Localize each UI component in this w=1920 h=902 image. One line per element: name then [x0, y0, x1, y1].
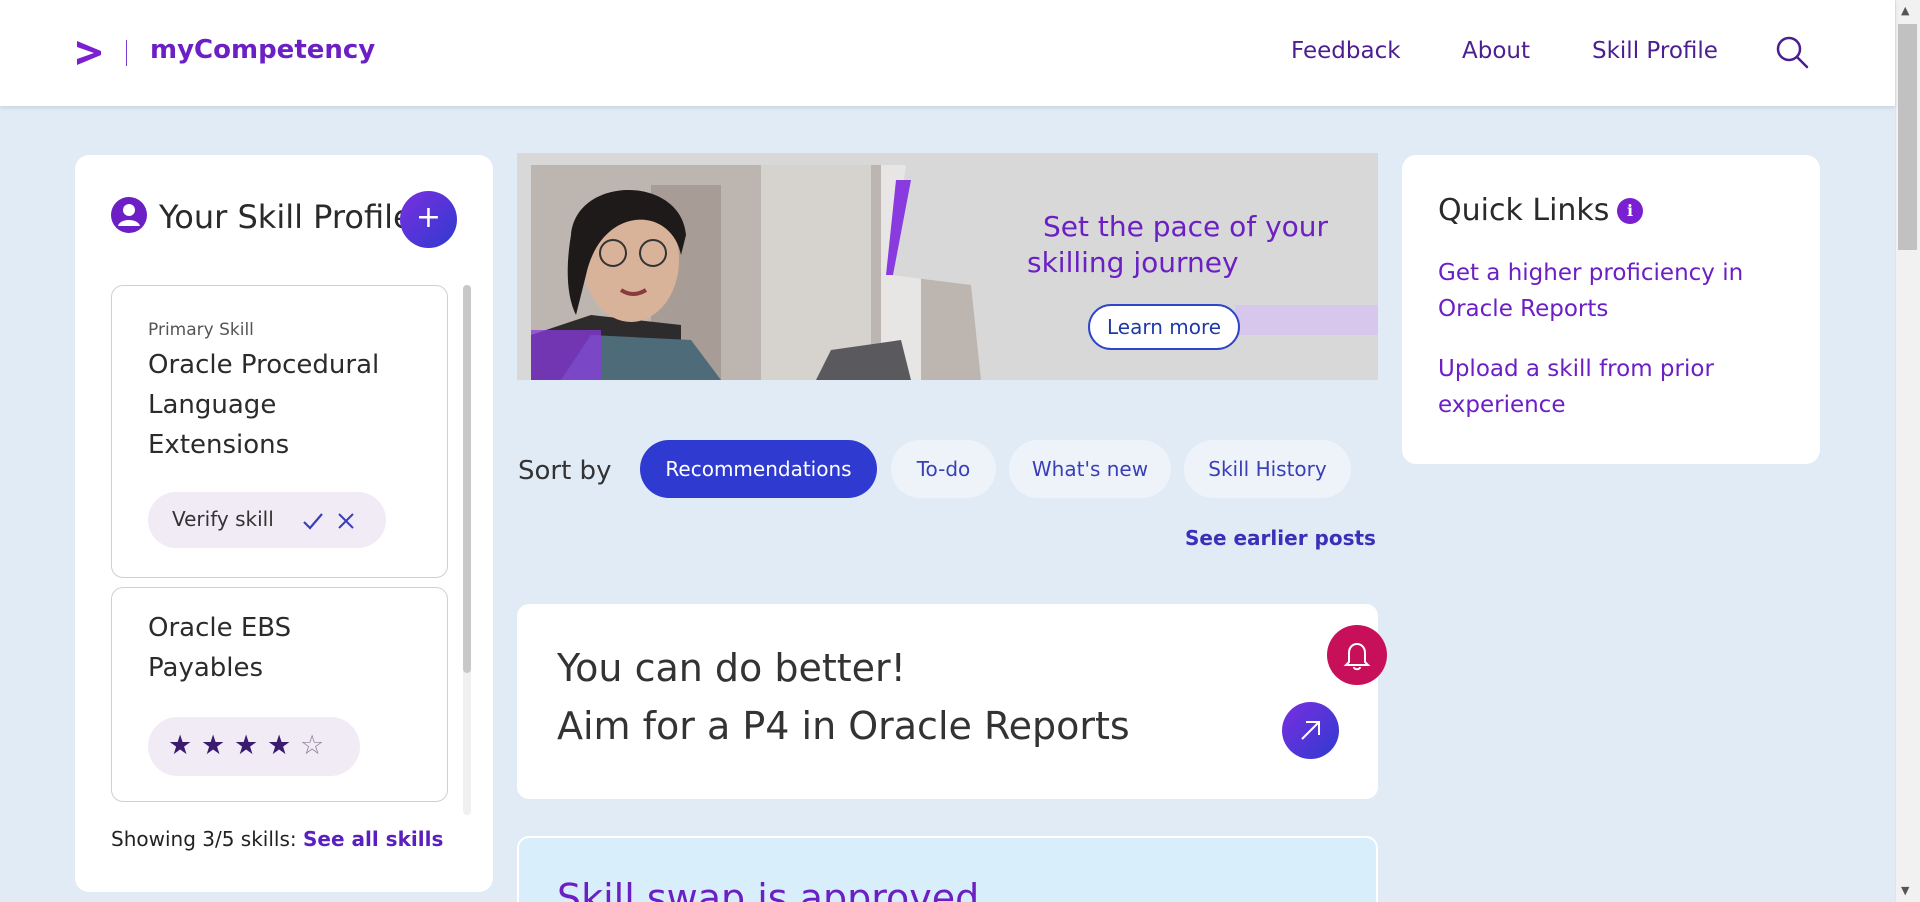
recommendation-card[interactable]: You can do better! Aim for a P4 in Oracl…	[517, 604, 1378, 799]
search-icon[interactable]	[1774, 34, 1810, 70]
add-skill-button[interactable]: +	[400, 191, 457, 248]
quick-link-line: Oracle Reports	[1438, 296, 1609, 322]
quick-link-proficiency[interactable]: Get a higher proficiency in Oracle Repor…	[1438, 255, 1778, 327]
open-recommendation-button[interactable]	[1282, 702, 1339, 759]
bell-icon	[1343, 642, 1371, 671]
star-full-icon: ★	[234, 730, 259, 761]
star-full-icon: ★	[267, 730, 292, 761]
skills-count-text: Showing 3/5 skills:	[111, 827, 297, 851]
skill-profile-title: Your Skill Profile	[159, 198, 413, 236]
skill-name-line: Oracle Procedural	[148, 350, 380, 380]
info-icon[interactable]: i	[1617, 198, 1643, 224]
recommendation-title: You can do better!	[557, 646, 906, 690]
scroll-up-icon[interactable]: ▲	[1901, 4, 1909, 17]
banner-headline: Set the pace of your skilling journey	[1027, 209, 1328, 281]
quick-link-line: Upload a skill from prior	[1438, 356, 1714, 382]
close-icon[interactable]	[336, 511, 356, 531]
skill-list-scrollbar-thumb[interactable]	[463, 285, 471, 673]
logo-divider	[126, 40, 127, 66]
see-all-skills-link[interactable]: See all skills	[303, 827, 443, 851]
recommendation-subtitle: Aim for a P4 in Oracle Reports	[557, 704, 1130, 748]
quick-link-line: experience	[1438, 392, 1566, 418]
accenture-chevron-icon[interactable]	[74, 38, 104, 68]
verify-skill-pill: Verify skill	[148, 492, 386, 548]
user-circle-icon	[111, 197, 147, 233]
primary-skill-label: Primary Skill	[148, 320, 254, 340]
chip-to-do[interactable]: To-do	[891, 440, 996, 498]
skill-name-line: Oracle EBS	[148, 613, 292, 643]
skill-rating: ★ ★ ★ ★ ☆	[148, 717, 360, 776]
notification-bell-button[interactable]	[1327, 625, 1387, 685]
check-icon[interactable]	[302, 510, 324, 532]
chip-recommendations[interactable]: Recommendations	[640, 440, 877, 498]
nav-about[interactable]: About	[1462, 38, 1530, 64]
quick-links-title: Quick Links	[1438, 193, 1610, 228]
skill-name-line: Payables	[148, 653, 264, 683]
star-full-icon: ★	[201, 730, 226, 761]
skill-name-line: Language	[148, 390, 277, 420]
learn-more-button[interactable]: Learn more	[1088, 304, 1240, 350]
sort-by-label: Sort by	[518, 456, 612, 486]
banner-photo	[531, 165, 1001, 380]
banner-stripe	[1235, 305, 1378, 335]
verify-skill-label: Verify skill	[172, 507, 274, 531]
page-scrollbar-thumb[interactable]	[1898, 24, 1917, 250]
quick-link-line: Get a higher proficiency in	[1438, 260, 1744, 286]
promo-banner: Set the pace of your skilling journey Le…	[517, 153, 1378, 380]
banner-headline-line: skilling journey	[1027, 246, 1239, 279]
nav-feedback[interactable]: Feedback	[1291, 38, 1401, 64]
brand-name[interactable]: myCompetency	[150, 35, 375, 65]
nav-skill-profile[interactable]: Skill Profile	[1592, 38, 1718, 64]
star-full-icon: ★	[168, 730, 193, 761]
arrow-up-right-icon	[1301, 721, 1320, 740]
quick-links-panel: Quick Links i Get a higher proficiency i…	[1402, 155, 1820, 464]
quick-link-upload-skill[interactable]: Upload a skill from prior experience	[1438, 351, 1778, 423]
skill-card[interactable]: Oracle EBS Payables ★ ★ ★ ★ ☆	[111, 587, 448, 802]
see-earlier-posts-link[interactable]: See earlier posts	[1185, 526, 1376, 550]
top-header: myCompetency Feedback About Skill Profil…	[0, 0, 1895, 106]
skill-card-primary[interactable]: Primary Skill Oracle Procedural Language…	[111, 285, 448, 578]
skill-swap-title: Skill swap is approved	[557, 876, 980, 902]
scroll-down-icon[interactable]: ▼	[1901, 884, 1909, 897]
skill-profile-panel: Your Skill Profile + Primary Skill Oracl…	[75, 155, 493, 892]
star-empty-icon: ☆	[300, 730, 325, 761]
skill-swap-card[interactable]: Skill swap is approved	[517, 836, 1378, 902]
chip-skill-history[interactable]: Skill History	[1184, 440, 1351, 498]
banner-headline-line: Set the pace of your	[1043, 210, 1329, 243]
chip-whats-new[interactable]: What's new	[1009, 440, 1171, 498]
skill-name-line: Extensions	[148, 430, 290, 460]
